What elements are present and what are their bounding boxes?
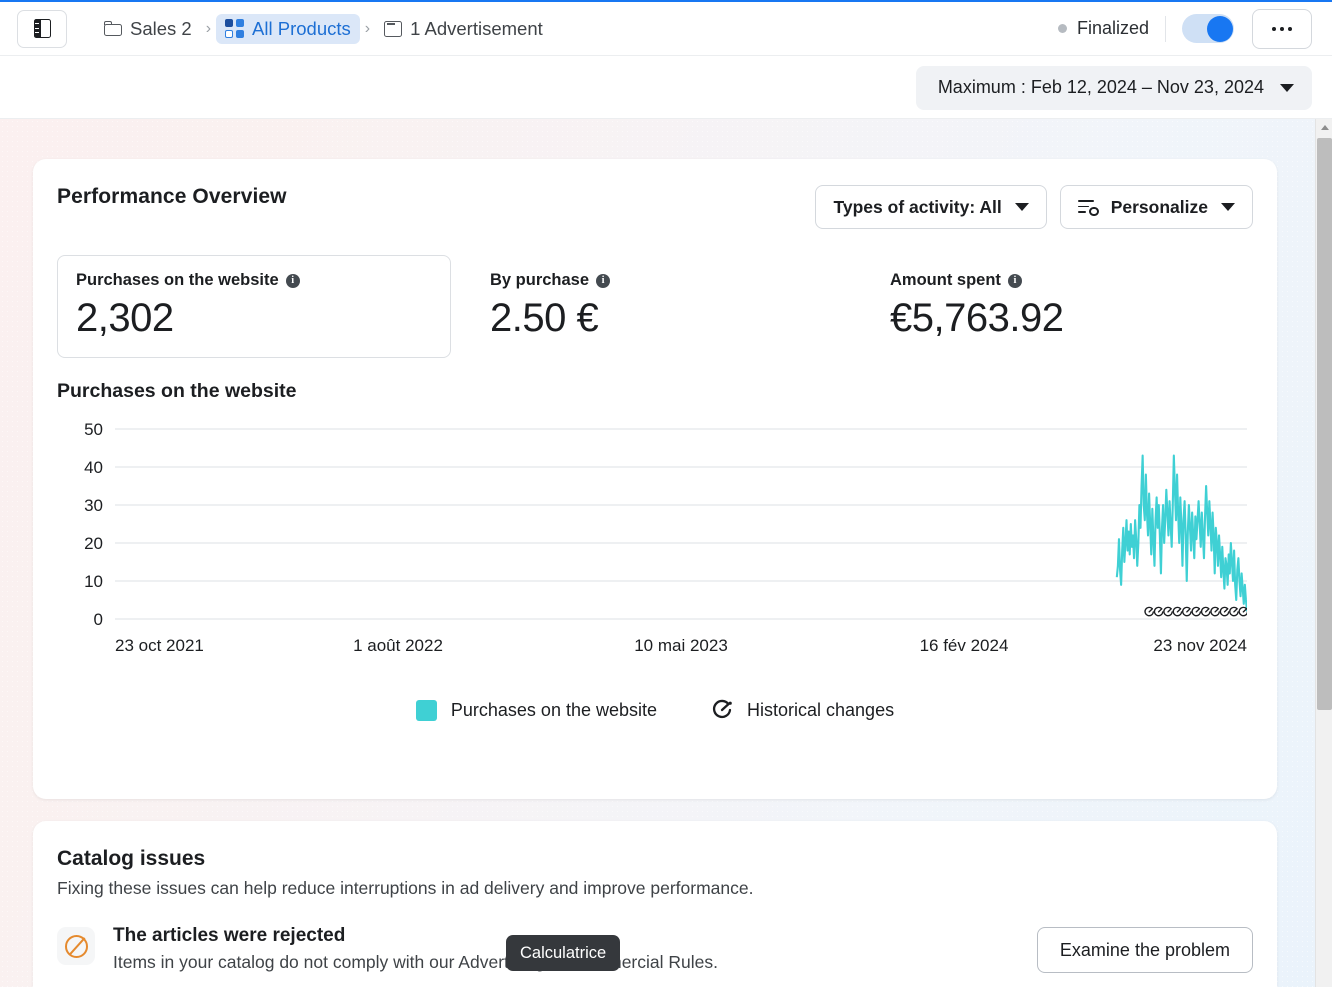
activity-type-filter-button[interactable]: Types of activity: All [815, 185, 1047, 229]
info-icon[interactable]: i [1007, 273, 1022, 288]
chart-legend: Purchases on the website Historical chan… [57, 699, 1253, 721]
kpi-label-text: Amount spent [890, 271, 1001, 289]
kpi-label-text: Purchases on the website [76, 271, 279, 289]
activity-type-filter-label: Types of activity: All [833, 196, 1002, 217]
issue-description: Items in your catalog do not comply with… [113, 952, 718, 972]
performance-overview-card: Performance Overview Types of activity: … [33, 159, 1277, 799]
svg-text:23 nov 2024: 23 nov 2024 [1153, 636, 1247, 655]
top-header-bar: Sales 2 › All Products › 1 Advertisement… [0, 2, 1332, 56]
more-options-button[interactable] [1252, 8, 1312, 49]
breadcrumb-label: Sales 2 [130, 17, 192, 39]
issue-text-block: The articles were rejected Items in your… [113, 925, 718, 973]
historical-changes-icon [711, 699, 733, 721]
breadcrumb-item-all-products[interactable]: All Products [216, 13, 360, 44]
breadcrumb-separator: › [205, 19, 212, 37]
breadcrumb-separator: › [364, 19, 371, 37]
svg-text:50: 50 [84, 421, 103, 439]
examine-problem-button[interactable]: Examine the problem [1036, 927, 1253, 973]
legend-swatch-icon [415, 699, 437, 721]
dot-icon [1280, 26, 1284, 31]
breadcrumb-item-advertisement[interactable]: 1 Advertisement [375, 14, 552, 44]
svg-text:40: 40 [84, 458, 103, 477]
breadcrumb-label: 1 Advertisement [410, 17, 543, 39]
sliders-gear-icon [1077, 199, 1099, 216]
catalog-issues-subtitle: Fixing these issues can help reduce inte… [57, 878, 754, 898]
folder-icon [104, 21, 122, 36]
kpi-label: By purchase i [490, 271, 854, 290]
kpi-label: Purchases on the website i [76, 271, 432, 290]
page-title: Performance Overview [57, 185, 287, 208]
circle-slash-icon [57, 927, 95, 965]
svg-text:16 fév 2024: 16 fév 2024 [920, 636, 1009, 655]
breadcrumb-item-sales-2[interactable]: Sales 2 [95, 14, 201, 44]
info-icon[interactable]: i [285, 273, 300, 288]
svg-text:1 août 2022: 1 août 2022 [353, 636, 443, 655]
kpi-row: Purchases on the website i 2,302 By purc… [57, 255, 1253, 358]
svg-text:10 mai 2023: 10 mai 2023 [634, 636, 728, 655]
toggle-knob [1206, 15, 1233, 42]
chart-container: 0 10 20 30 40 50 23 oct 2021 1 août 2022 10 mai … [57, 421, 1253, 671]
info-icon[interactable]: i [596, 273, 611, 288]
chevron-down-icon [1280, 83, 1294, 92]
svg-text:20: 20 [84, 534, 103, 553]
date-range-bar: Maximum : Feb 12, 2024 – Nov 23, 2024 [0, 57, 1332, 119]
date-range-selector[interactable]: Maximum : Feb 12, 2024 – Nov 23, 2024 [915, 65, 1312, 110]
legend-item-purchases[interactable]: Purchases on the website [415, 699, 658, 721]
grid-icon [225, 19, 245, 38]
vertical-scrollbar[interactable] [1315, 119, 1332, 987]
scroll-up-arrow-icon[interactable] [1316, 119, 1332, 136]
chevron-down-icon [1014, 203, 1029, 211]
legend-label: Historical changes [747, 699, 895, 720]
kpi-value: 2,302 [76, 296, 174, 340]
catalog-issues-title: Catalog issues [57, 847, 206, 870]
kpi-label-text: By purchase [490, 271, 590, 289]
header-right-controls: Finalized [1057, 8, 1332, 49]
svg-text:0: 0 [94, 610, 103, 629]
date-range-label: Maximum : Feb 12, 2024 – Nov 23, 2024 [937, 77, 1264, 97]
status-label: Finalized [1076, 18, 1149, 38]
kpi-purchases-on-website[interactable]: Purchases on the website i 2,302 [57, 255, 451, 358]
active-toggle-switch[interactable] [1182, 14, 1234, 43]
kpi-value: €5,763.92 [890, 296, 1064, 340]
svg-text:23 oct 2021: 23 oct 2021 [115, 636, 204, 655]
personalize-button[interactable]: Personalize [1059, 185, 1253, 229]
catalog-issues-card: Catalog issues Fixing these issues can h… [33, 821, 1277, 987]
legend-item-historical-changes[interactable]: Historical changes [711, 699, 894, 721]
status-dot-icon [1057, 24, 1067, 33]
legend-label: Purchases on the website [450, 699, 658, 720]
chart-title: Purchases on the website [57, 380, 297, 402]
issue-title: The articles were rejected [113, 925, 346, 946]
breadcrumb-label: All Products [252, 17, 351, 39]
performance-card-actions: Types of activity: All Personalize [815, 185, 1253, 229]
calculator-tooltip: Calculatrice [506, 935, 621, 971]
sidebar-toggle-button[interactable] [17, 9, 67, 48]
app-window: Sales 2 › All Products › 1 Advertisement… [0, 0, 1332, 987]
purchases-line-chart[interactable]: 0 10 20 30 40 50 23 oct 2021 1 août 2022 10 mai … [57, 421, 1247, 671]
ad-icon [384, 20, 403, 37]
kpi-by-purchase[interactable]: By purchase i 2.50 € [472, 255, 872, 358]
main-content-area: Performance Overview Types of activity: … [0, 119, 1332, 987]
chevron-down-icon [1221, 203, 1235, 211]
svg-text:30: 30 [84, 496, 103, 515]
examine-problem-label: Examine the problem [1059, 939, 1230, 960]
panel-icon [33, 19, 51, 38]
kpi-label: Amount spent i [890, 271, 1063, 290]
performance-card-header: Performance Overview Types of activity: … [57, 185, 1253, 229]
status-badge: Finalized [1057, 18, 1149, 39]
breadcrumb: Sales 2 › All Products › 1 Advertisement [95, 13, 552, 44]
svg-text:10: 10 [84, 572, 103, 591]
kpi-value: 2.50 € [490, 296, 599, 340]
divider [1165, 15, 1166, 42]
personalize-label: Personalize [1110, 196, 1208, 217]
issue-row-rejected-articles: The articles were rejected Items in your… [57, 925, 1253, 973]
kpi-amount-spent[interactable]: Amount spent i €5,763.92 [872, 255, 1081, 358]
tooltip-text: Calculatrice [520, 943, 607, 962]
scrollbar-thumb[interactable] [1317, 138, 1332, 710]
dot-icon [1272, 26, 1276, 31]
dot-icon [1288, 26, 1292, 31]
